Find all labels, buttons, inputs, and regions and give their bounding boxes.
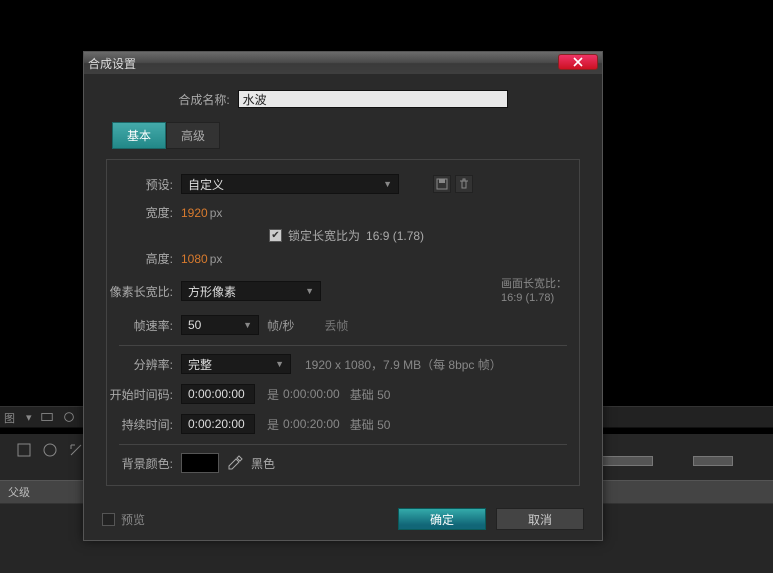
- bg-icon-1[interactable]: [40, 410, 54, 424]
- chevron-down-icon: ▼: [275, 359, 284, 369]
- start-is: 是: [267, 386, 279, 403]
- par-dropdown[interactable]: 方形像素 ▼: [181, 281, 321, 301]
- preset-value: 自定义: [188, 176, 224, 193]
- save-preset-icon: [436, 178, 448, 190]
- lock-aspect-checkbox[interactable]: ✔: [269, 229, 282, 242]
- width-unit: px: [210, 206, 223, 220]
- height-value[interactable]: 1080: [181, 252, 208, 266]
- bgcolor-name: 黑色: [251, 455, 275, 472]
- chevron-down-icon: ▼: [383, 179, 392, 189]
- chevron-down-icon: ▼: [243, 320, 252, 330]
- panel-icon-1[interactable]: [16, 442, 32, 458]
- chevron-down-icon: ▼: [305, 286, 314, 296]
- par-label: 像素长宽比:: [109, 283, 181, 300]
- start-eq: 0:00:00:00: [283, 387, 340, 401]
- preset-dropdown[interactable]: 自定义 ▼: [181, 174, 399, 194]
- start-base: 基础 50: [350, 386, 391, 403]
- preset-label: 预设:: [119, 176, 181, 193]
- eyedropper-icon[interactable]: [227, 455, 243, 471]
- lock-aspect-ratio: 16:9 (1.78): [366, 229, 424, 243]
- start-label: 开始时间码:: [109, 386, 181, 403]
- close-button[interactable]: [558, 54, 598, 70]
- res-value: 完整: [188, 356, 212, 373]
- par-value: 方形像素: [188, 283, 236, 300]
- res-dropdown[interactable]: 完整 ▼: [181, 354, 291, 374]
- dialog-title: 合成设置: [88, 55, 136, 72]
- height-label: 高度:: [119, 250, 181, 267]
- fps-drop: 丢帧: [324, 317, 348, 334]
- fps-unit: 帧/秒: [267, 317, 294, 334]
- preview-label: 预览: [121, 511, 145, 528]
- panel-icon-3[interactable]: [68, 442, 84, 458]
- res-label: 分辨率:: [119, 356, 181, 373]
- dur-is: 是: [267, 416, 279, 433]
- comp-name-label: 合成名称:: [178, 91, 237, 108]
- bgcolor-label: 背景颜色:: [119, 455, 181, 472]
- titlebar[interactable]: 合成设置: [84, 52, 602, 74]
- ok-button[interactable]: 确定: [398, 508, 486, 530]
- fps-value: 50: [188, 318, 201, 332]
- bg-toolbar-arrow: ▾: [26, 411, 32, 424]
- fps-dropdown[interactable]: 50 ▼: [181, 315, 259, 335]
- dur-base: 基础 50: [350, 416, 391, 433]
- width-value[interactable]: 1920: [181, 206, 208, 220]
- dur-label: 持续时间:: [119, 416, 181, 433]
- duration-input[interactable]: 0:00:20:00: [181, 414, 255, 434]
- frame-aspect-ratio: 16:9 (1.78): [501, 291, 567, 305]
- res-info: 1920 x 1080，7.9 MB（每 8bpc 帧）: [305, 356, 502, 373]
- comp-name-input[interactable]: [238, 90, 508, 108]
- timeline-scrollbar[interactable]: [593, 452, 773, 470]
- dur-eq: 0:00:20:00: [283, 417, 340, 431]
- fps-label: 帧速率:: [119, 317, 181, 334]
- cancel-button[interactable]: 取消: [496, 508, 584, 530]
- save-preset-button[interactable]: [433, 175, 451, 193]
- preview-checkbox[interactable]: [102, 513, 115, 526]
- start-timecode-input[interactable]: 0:00:00:00: [181, 384, 255, 404]
- width-label: 宽度:: [119, 204, 181, 221]
- lock-aspect-label: 锁定长宽比为: [288, 227, 360, 244]
- bg-toolbar-label: 图: [4, 410, 18, 424]
- delete-preset-button[interactable]: [455, 175, 473, 193]
- basic-panel: 预设: 自定义 ▼ 宽度: 1920 px: [106, 159, 580, 486]
- panel-icon-2[interactable]: [42, 442, 58, 458]
- frame-aspect-label: 画面长宽比：: [501, 277, 567, 291]
- height-unit: px: [210, 252, 223, 266]
- tab-basic[interactable]: 基本: [112, 122, 166, 149]
- close-icon: [573, 57, 583, 67]
- tabs: 基本 高级: [112, 122, 580, 149]
- composition-settings-dialog: 合成设置 合成名称: 基本 高级 预设: 自定义 ▼: [83, 51, 603, 541]
- bg-icon-2[interactable]: [62, 410, 76, 424]
- trash-icon: [458, 178, 470, 190]
- bgcolor-swatch[interactable]: [181, 453, 219, 473]
- dialog-footer: 预览 确定 取消: [84, 498, 602, 540]
- tab-advanced[interactable]: 高级: [166, 122, 220, 149]
